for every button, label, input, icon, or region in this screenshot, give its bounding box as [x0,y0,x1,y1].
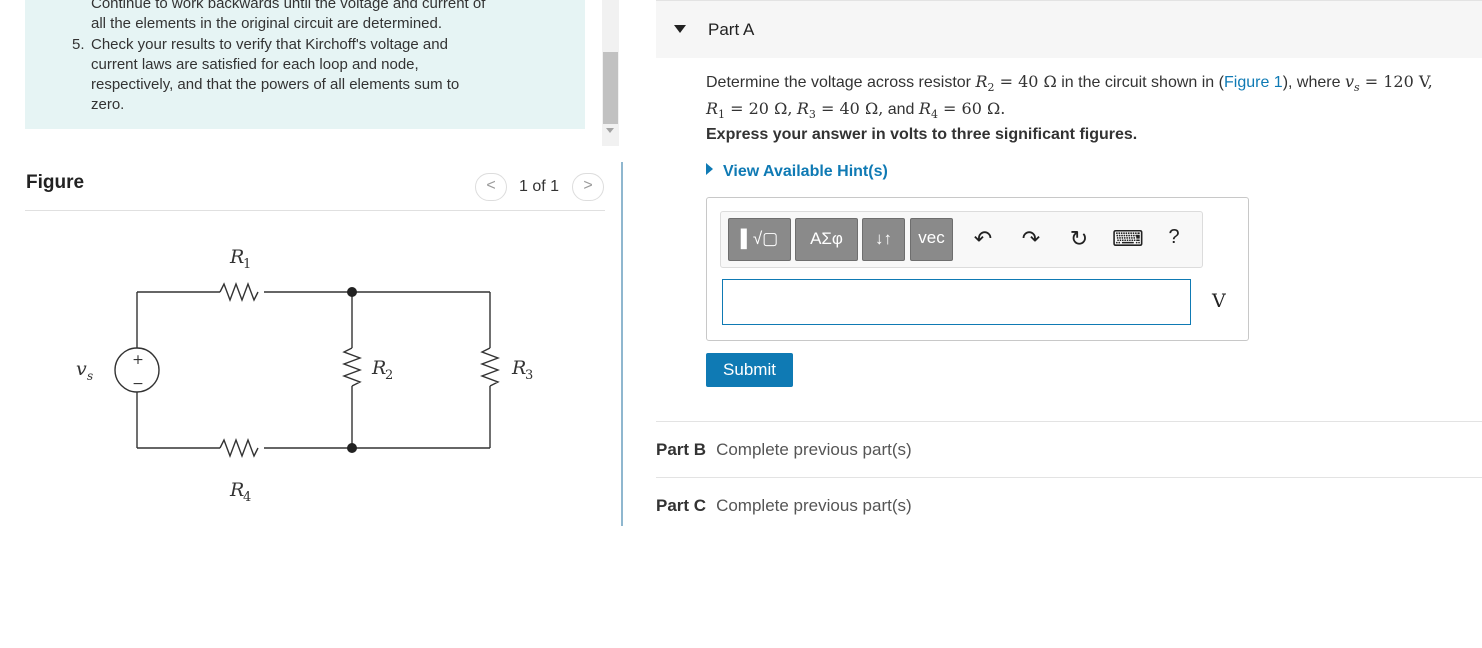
resistor-r3 [480,347,500,387]
keyboard-icon[interactable]: ⌨ [1112,226,1144,252]
instructions-panel: Continue to work backwards until the vol… [25,0,585,129]
part-a-title: Part A [708,20,755,39]
step-number: 5. [72,36,85,53]
view-hints-link[interactable]: View Available Hint(s) [706,163,888,181]
label-r4-sub: 4 [243,490,251,505]
redo-icon[interactable]: ↷ [1018,226,1044,252]
part-c-label: Part C [656,496,707,515]
node-bottom [347,443,357,453]
label-vs-sub: s [87,369,93,383]
figure-title: Figure [26,172,85,193]
greek-symbols-button[interactable]: ΑΣφ [795,218,858,261]
part-a-header[interactable] [656,0,1482,58]
instruction-line: respectively, and that the powers of all… [91,76,460,93]
label-r2-sub: 2 [385,368,393,383]
instruction-line: zero. [91,96,125,113]
vector-button[interactable]: vec [910,218,953,261]
instructions-scrollbar[interactable] [602,0,619,146]
answer-unit: V [1212,290,1226,312]
instruction-line: all the elements in the original circuit… [91,15,443,32]
submit-button[interactable]: Submit [706,353,793,387]
circuit-diagram: + − R 1 R 2 R 3 R 4 v s [76,246,533,505]
scroll-down-arrow-icon[interactable] [606,128,614,133]
caret-down-icon[interactable] [674,25,686,33]
undo-icon[interactable]: ↶ [970,226,996,252]
part-b-label: Part B [656,440,707,459]
part-c-row[interactable]: Part C Complete previous part(s) [656,496,912,516]
scrollbar-thumb[interactable] [603,52,618,124]
instruction-text: Express your answer in volts to three si… [706,126,1138,143]
resistor-r1 [219,282,259,302]
label-r3-sub: 3 [525,368,533,383]
source-minus: − [132,376,144,392]
resistor-r2 [342,347,362,387]
instruction-line: current laws are satisfied for each loop… [91,56,419,73]
panel-divider [621,162,623,526]
caret-right-icon [706,163,713,175]
resistor-r4 [219,438,259,458]
instruction-line: Continue to work backwards until the vol… [91,0,486,12]
question-text: Determine the voltage across resistor R2… [706,72,1433,122]
part-b-row[interactable]: Part B Complete previous part(s) [656,440,912,460]
node-top [347,287,357,297]
part-c-status: Complete previous part(s) [716,496,912,515]
part-b-status: Complete previous part(s) [716,440,912,459]
label-r1-sub: 1 [243,257,251,272]
reset-icon[interactable]: ↻ [1066,226,1092,252]
instruction-line: Check your results to verify that Kircho… [91,36,448,53]
figure-prev-button[interactable]: < [475,173,507,201]
figure-divider [25,210,605,211]
figure-link[interactable]: Figure 1 [1224,74,1283,91]
divider [656,421,1482,422]
subscript-superscript-button[interactable]: ↓↑ [862,218,905,261]
figure-next-button[interactable]: > [572,173,604,201]
source-plus: + [132,352,144,368]
answer-input[interactable] [722,279,1191,325]
divider [656,477,1482,478]
help-icon[interactable]: ? [1163,226,1185,249]
label-vs: v [76,358,87,380]
templates-button[interactable]: ▌√▢ [728,218,791,261]
figure-pager-text: 1 of 1 [519,178,560,195]
